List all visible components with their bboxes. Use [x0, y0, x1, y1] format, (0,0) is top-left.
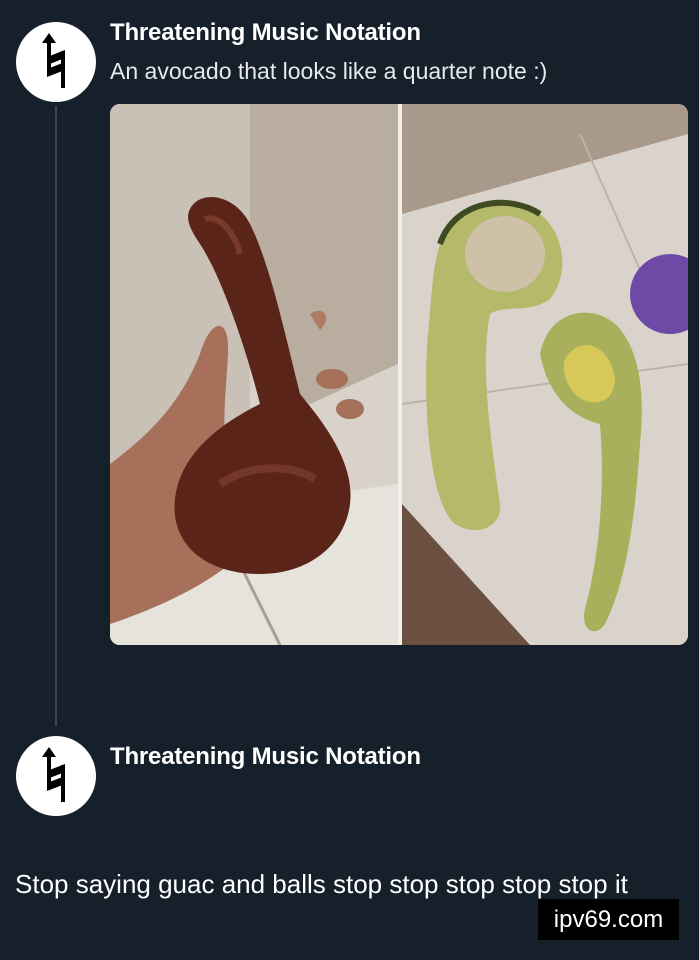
tweet-text: An avocado that looks like a quarter not… — [110, 58, 548, 84]
avocado-photo — [110, 104, 688, 645]
natural-sign-icon — [42, 747, 65, 802]
thread-line — [55, 106, 57, 726]
avatar[interactable] — [16, 22, 96, 102]
natural-sign-icon — [42, 33, 65, 88]
avatar[interactable] — [16, 736, 96, 816]
author-name[interactable]: Threatening Music Notation — [110, 743, 421, 771]
reply-text: Stop saying guac and balls stop stop sto… — [15, 869, 628, 899]
watermark: ipv69.com — [538, 899, 679, 940]
author-name[interactable]: Threatening Music Notation — [110, 19, 421, 47]
tweet-media[interactable] — [110, 104, 688, 645]
